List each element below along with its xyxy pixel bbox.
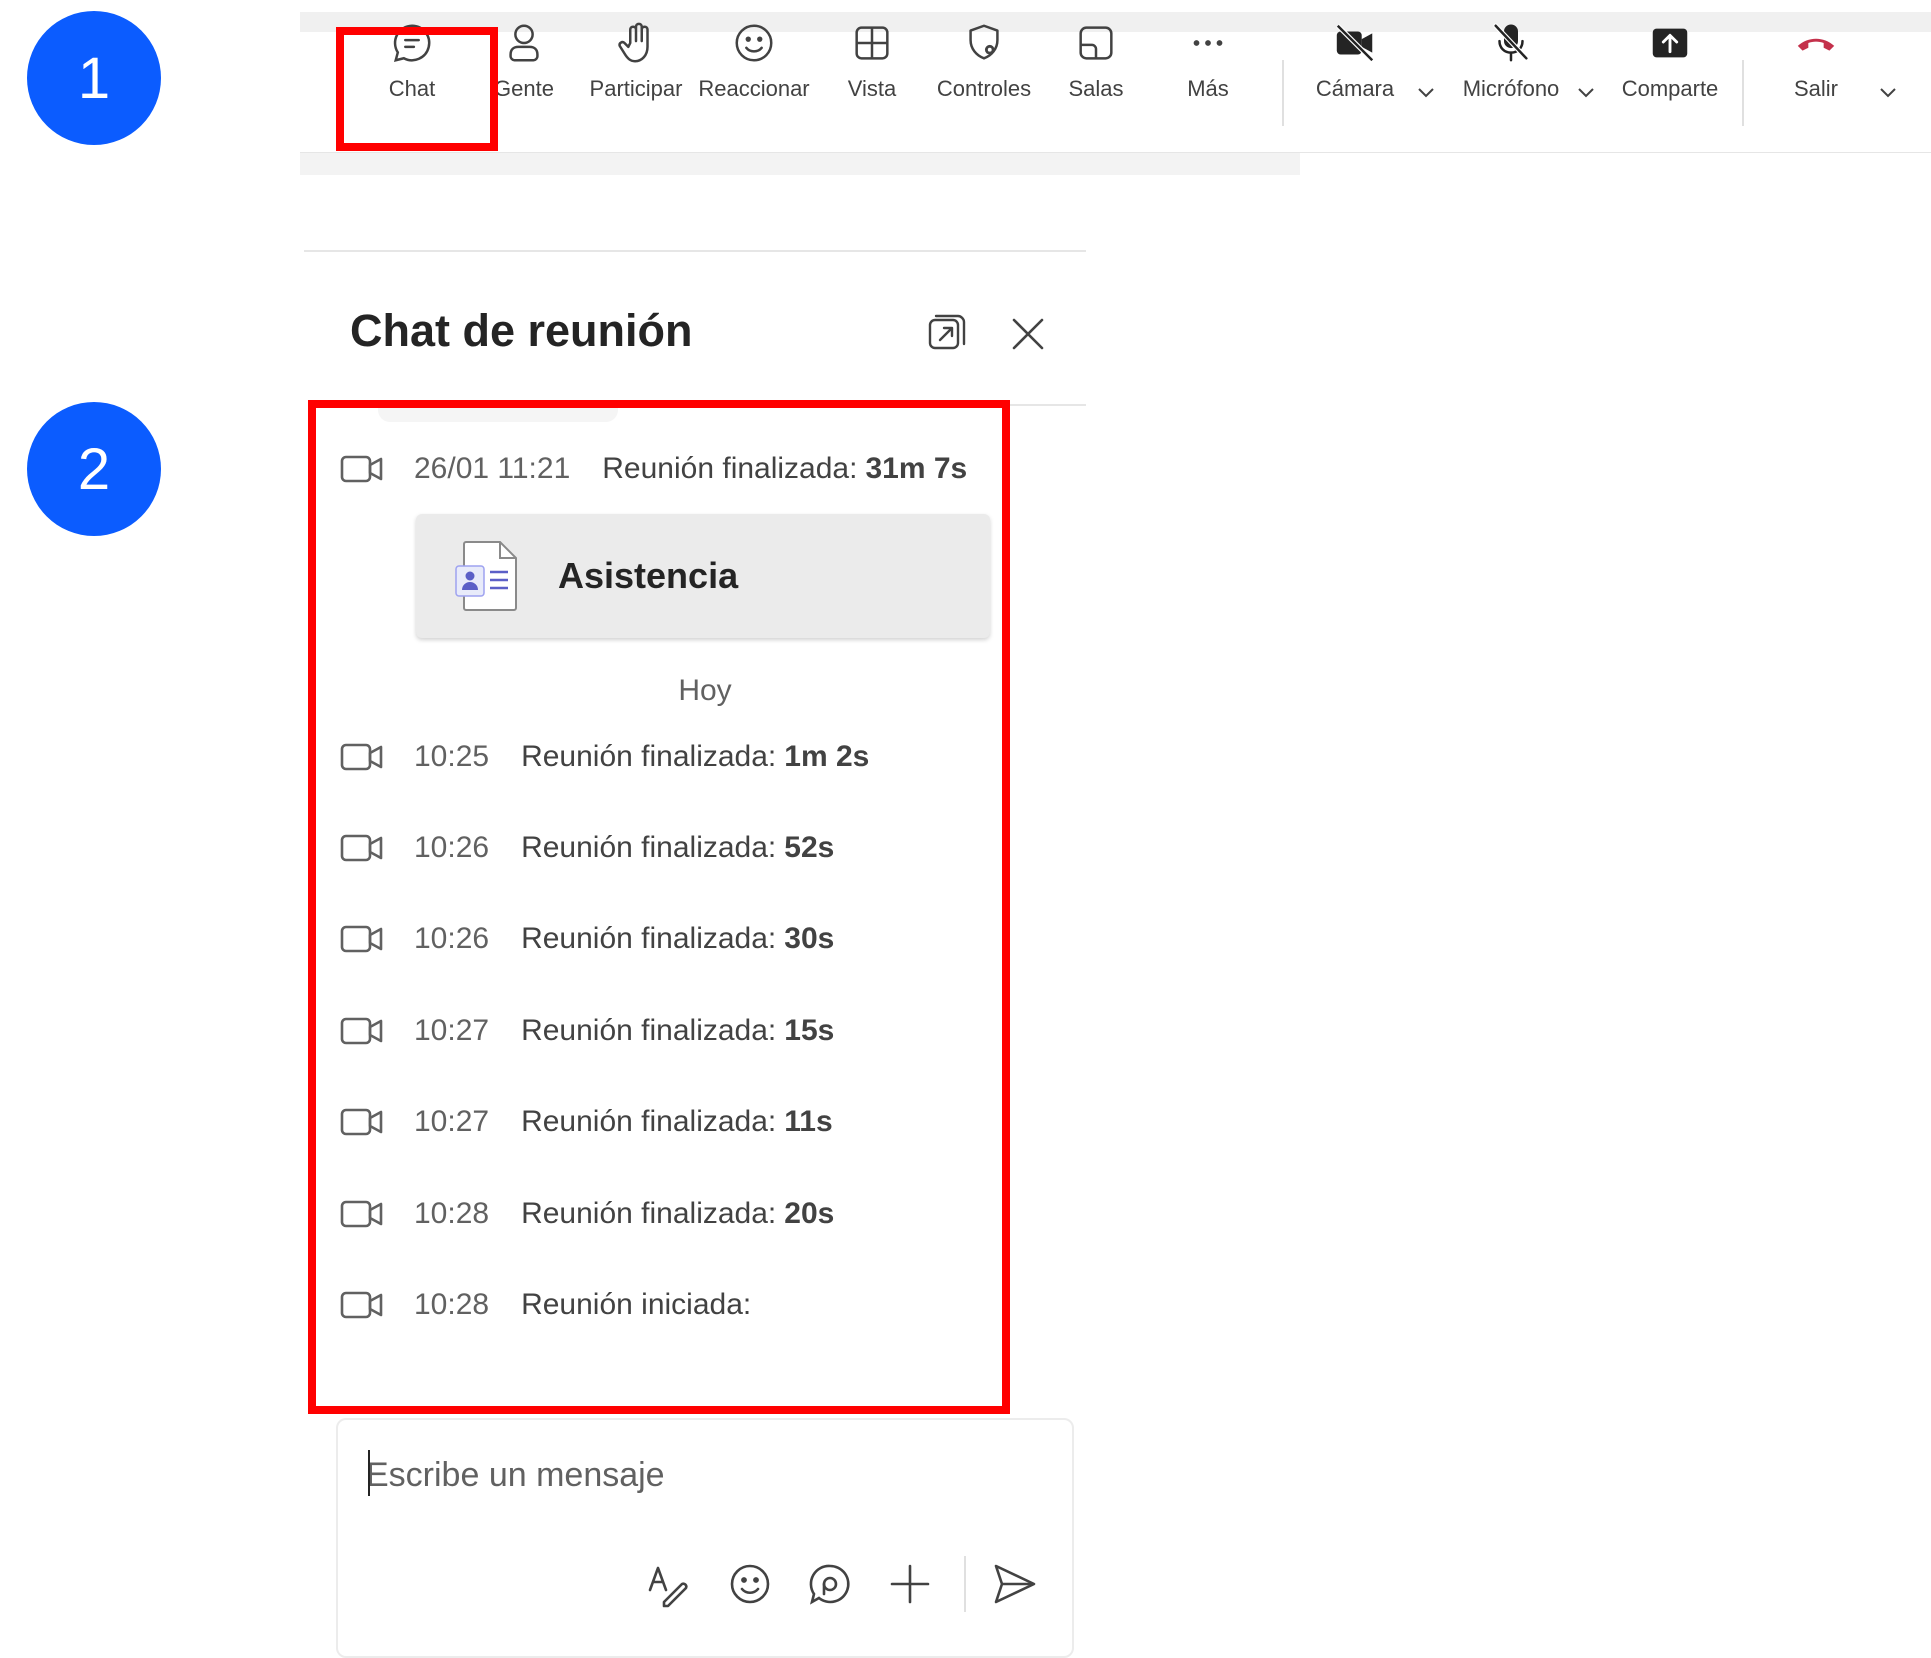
highlight-frame-messages — [308, 400, 1010, 1414]
message-compose-box — [336, 1418, 1074, 1658]
mic-off-icon — [1493, 23, 1529, 62]
toolbar-view-label: Vista — [847, 76, 897, 101]
loop-icon[interactable] — [806, 1560, 854, 1608]
hang-up-icon — [1797, 38, 1835, 51]
toolbar-rooms-label: Salas — [1068, 76, 1124, 101]
toolbar-controls-button[interactable]: Controles — [928, 20, 1040, 120]
toolbar-share-label: Comparte — [1621, 76, 1719, 101]
toolbar-mic-label: Micrófono — [1462, 76, 1560, 101]
toolbar-more-button[interactable]: Más — [1152, 20, 1264, 120]
text-caret — [368, 1450, 370, 1496]
breakout-rooms-icon — [1079, 26, 1113, 60]
toolbar-leave-label: Salir — [1793, 76, 1838, 101]
toolbar-controls-label: Controles — [936, 76, 1032, 101]
grid-view-icon — [855, 26, 889, 60]
camera-options-chevron-icon[interactable] — [1414, 80, 1438, 104]
toolbar-divider — [1742, 60, 1744, 126]
toolbar-camera-label: Cámara — [1315, 76, 1395, 101]
toolbar-rooms-button[interactable]: Salas — [1040, 20, 1152, 120]
pop-out-chat-icon[interactable] — [926, 312, 968, 354]
send-icon[interactable] — [990, 1560, 1038, 1608]
toolbar-view-button[interactable]: Vista — [816, 20, 928, 120]
toolbar-more-label: Más — [1187, 76, 1229, 101]
share-screen-icon — [1652, 28, 1688, 58]
more-icon — [1193, 40, 1223, 46]
toolbar-share-button[interactable]: Comparte — [1612, 20, 1728, 120]
step-badge-2: 2 — [27, 402, 161, 536]
toolbar-mic-button[interactable]: Micrófono — [1454, 20, 1568, 120]
toolbar-react-button[interactable]: Reaccionar — [698, 20, 810, 120]
emoji-icon[interactable] — [726, 1560, 774, 1608]
highlight-frame-chat — [336, 27, 498, 151]
toolbar-camera-button[interactable]: Cámara — [1298, 20, 1412, 120]
format-icon[interactable] — [644, 1560, 692, 1608]
toolbar-raise-hand-button[interactable]: Participar — [580, 20, 692, 120]
raise-hand-icon — [618, 22, 649, 63]
toolbar-leave-button[interactable]: Salir — [1760, 20, 1872, 120]
step-badge-1: 1 — [27, 11, 161, 145]
toolbar-divider — [1282, 60, 1284, 126]
leave-options-chevron-icon[interactable] — [1876, 80, 1900, 104]
close-chat-icon[interactable] — [1008, 314, 1048, 354]
mic-options-chevron-icon[interactable] — [1574, 80, 1598, 104]
camera-off-icon — [1336, 24, 1374, 62]
panel-header-divider — [1000, 404, 1086, 406]
toolbar-raise-hand-label: Participar — [589, 76, 683, 101]
toolbar-people-label: Gente — [494, 76, 554, 101]
shield-gear-icon — [969, 24, 999, 60]
smiley-icon — [735, 24, 773, 62]
compose-divider — [964, 1556, 966, 1612]
message-input[interactable] — [366, 1450, 1046, 1500]
panel-top-divider — [304, 250, 1086, 252]
plus-icon[interactable] — [886, 1560, 934, 1608]
chat-panel-title: Chat de reunión — [350, 305, 693, 356]
toolbar-react-label: Reaccionar — [698, 76, 810, 101]
person-icon — [509, 24, 539, 62]
toolbar-bottom-strip — [300, 153, 1300, 175]
